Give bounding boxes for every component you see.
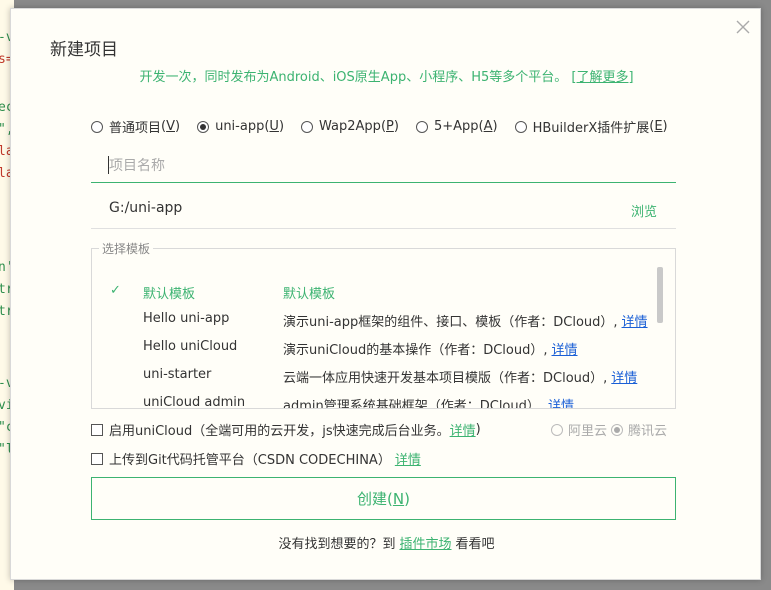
- project-type-label: uni-app: [215, 119, 265, 134]
- template-row[interactable]: Hello uniCloud 演示uniCloud的基本操作（作者：DCloud）…: [92, 339, 657, 367]
- template-desc: 演示uniCloud的基本操作（作者：DCloud）, 详情: [283, 339, 578, 358]
- unicloud-option[interactable]: 启用uniCloud（全端可用的云开发，js快速完成后台业务。 详情 ): [91, 420, 481, 439]
- git-label: 上传到Git代码托管平台（CSDN CODECHINA）: [109, 453, 391, 468]
- template-name: Hello uniCloud: [143, 339, 238, 354]
- template-desc: 云端一体应用快速开发基本项目模版（作者：DCloud）, 详情: [283, 367, 637, 386]
- project-type-radio[interactable]: HBuilderX插件扩展(E): [514, 117, 668, 136]
- project-type-key: E: [654, 119, 663, 134]
- subtitle-text: 开发一次，同时发布为Android、iOS原生App、小程序、H5等多个平台。: [139, 70, 568, 85]
- template-row[interactable]: uni-starter 云端一体应用快速开发基本项目模版（作者：DCloud）, 详…: [92, 367, 657, 395]
- template-desc: 演示uni-app框架的组件、接口、模板（作者：DCloud）, 详情: [283, 311, 648, 330]
- cloud-provider-label: 阿里云: [568, 424, 608, 439]
- project-type-key: P: [386, 119, 394, 134]
- template-details-link[interactable]: 详情: [611, 371, 637, 386]
- template-desc-text: 演示uni-app框架的组件、接口、模板（作者：DCloud）,: [283, 315, 618, 330]
- browse-button[interactable]: 浏览: [631, 201, 657, 220]
- template-name: uniCloud admin: [143, 395, 246, 409]
- project-type-label: Wap2App: [319, 119, 381, 134]
- template-name: Hello uni-app: [143, 311, 230, 326]
- template-row[interactable]: ✓ 默认模板 默认模板: [92, 283, 657, 311]
- radio-circle-icon[interactable]: [415, 120, 428, 133]
- project-location-path[interactable]: G:/uni-app: [109, 200, 182, 216]
- template-desc-text: 默认模板: [283, 287, 336, 302]
- template-legend: 选择模板: [99, 240, 154, 257]
- footer-prefix: 没有找到想要的？到: [278, 537, 396, 552]
- cloud-provider-label: 腾讯云: [628, 424, 668, 439]
- create-button-key: N: [392, 489, 405, 508]
- check-icon: ✓: [110, 283, 121, 298]
- template-scrollbar[interactable]: [657, 267, 663, 323]
- create-button[interactable]: 创建(N): [91, 477, 676, 520]
- project-type-radio[interactable]: Wap2App(P): [301, 119, 399, 134]
- unicloud-label: 启用uniCloud（全端可用的云开发，js快速完成后台业务。: [109, 424, 450, 439]
- radio-circle-icon[interactable]: [611, 423, 624, 436]
- template-desc-text: 云端一体应用快速开发基本项目模版（作者：DCloud）,: [283, 371, 608, 386]
- project-type-label: 普通项目: [109, 121, 162, 136]
- text-caret: [108, 156, 109, 174]
- cloud-provider-radio[interactable]: 腾讯云: [611, 420, 667, 439]
- unicloud-details-link[interactable]: 详情: [450, 420, 476, 439]
- template-desc-text: 演示uniCloud的基本操作（作者：DCloud）,: [283, 343, 548, 358]
- project-type-label: 5+App: [433, 119, 479, 134]
- radio-circle-icon[interactable]: [197, 120, 210, 133]
- footer-hint: 没有找到想要的？到 插件市场 看看吧: [11, 533, 762, 552]
- project-type-group: 普通项目(V) uni-app(U) Wap2App(P) 5+App(A) HBuil…: [91, 117, 685, 136]
- template-row[interactable]: Hello uni-app 演示uni-app框架的组件、接口、模板（作者：DCl…: [92, 311, 657, 339]
- git-checkbox[interactable]: [91, 452, 103, 465]
- template-desc: admin管理系统基础框架（作者：DCloud）, 详情: [283, 395, 574, 409]
- project-type-radio[interactable]: 普通项目(V): [91, 117, 180, 136]
- template-name: uni-starter: [143, 367, 212, 382]
- template-desc-text: admin管理系统基础框架（作者：DCloud）,: [283, 399, 545, 409]
- radio-circle-icon[interactable]: [514, 120, 527, 133]
- learn-more-link[interactable]: [了解更多]: [571, 70, 633, 85]
- git-option[interactable]: 上传到Git代码托管平台（CSDN CODECHINA） 详情: [91, 449, 421, 468]
- create-button-label: 创建: [357, 490, 388, 508]
- template-details-link[interactable]: 详情: [622, 315, 648, 330]
- template-details-link[interactable]: 详情: [552, 343, 578, 358]
- template-name: 默认模板: [143, 287, 196, 302]
- project-type-radio[interactable]: 5+App(A): [415, 119, 498, 134]
- unicloud-checkbox[interactable]: [91, 423, 103, 436]
- radio-circle-icon[interactable]: [551, 423, 563, 436]
- dialog-title: 新建项目: [50, 40, 118, 60]
- template-details-link[interactable]: 详情: [548, 399, 574, 408]
- radio-circle-icon[interactable]: [91, 120, 103, 133]
- footer-suffix: 看看吧: [455, 537, 495, 552]
- git-details-link[interactable]: 详情: [395, 449, 421, 468]
- template-row[interactable]: uniCloud admin admin管理系统基础框架（作者：DCloud）, 详…: [92, 395, 657, 409]
- project-type-key: A: [483, 119, 493, 134]
- project-name-input[interactable]: [91, 149, 676, 183]
- dialog-subtitle: 开发一次，同时发布为Android、iOS原生App、小程序、H5等多个平台。 …: [11, 66, 762, 85]
- location-divider: [91, 228, 676, 229]
- project-type-label: HBuilderX插件扩展: [532, 121, 650, 136]
- project-type-key: V: [166, 119, 175, 134]
- new-project-dialog: 新建项目 开发一次，同时发布为Android、iOS原生App、小程序、H5等多…: [10, 8, 761, 580]
- project-type-radio[interactable]: uni-app(U): [197, 119, 284, 134]
- close-icon[interactable]: [734, 18, 752, 36]
- template-list[interactable]: ✓ 默认模板 默认模板 Hello uni-app 演示uni-app框架的组件、接口、…: [91, 248, 676, 409]
- cloud-provider-radio[interactable]: 阿里云: [551, 420, 607, 439]
- plugin-market-link[interactable]: 插件市场: [399, 537, 451, 552]
- cloud-provider-group: 阿里云 腾讯云: [551, 420, 671, 439]
- radio-circle-icon[interactable]: [301, 120, 314, 133]
- unicloud-suffix: ): [475, 422, 481, 437]
- project-type-key: U: [269, 119, 279, 134]
- template-desc: 默认模板: [283, 283, 335, 302]
